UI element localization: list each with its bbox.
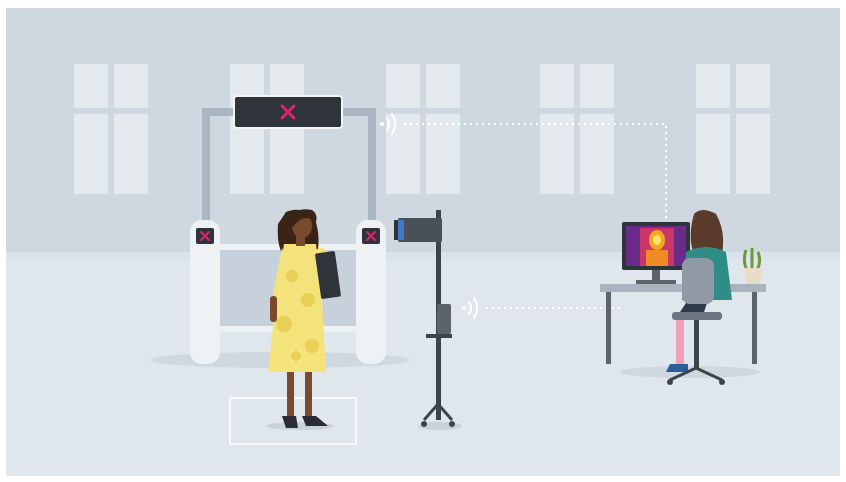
camera-controller: [437, 304, 451, 334]
thermal-camera-icon: [394, 218, 442, 242]
chair: [682, 258, 714, 304]
thermal-image-icon: [626, 226, 686, 266]
thermal-screening-illustration: [6, 8, 840, 476]
